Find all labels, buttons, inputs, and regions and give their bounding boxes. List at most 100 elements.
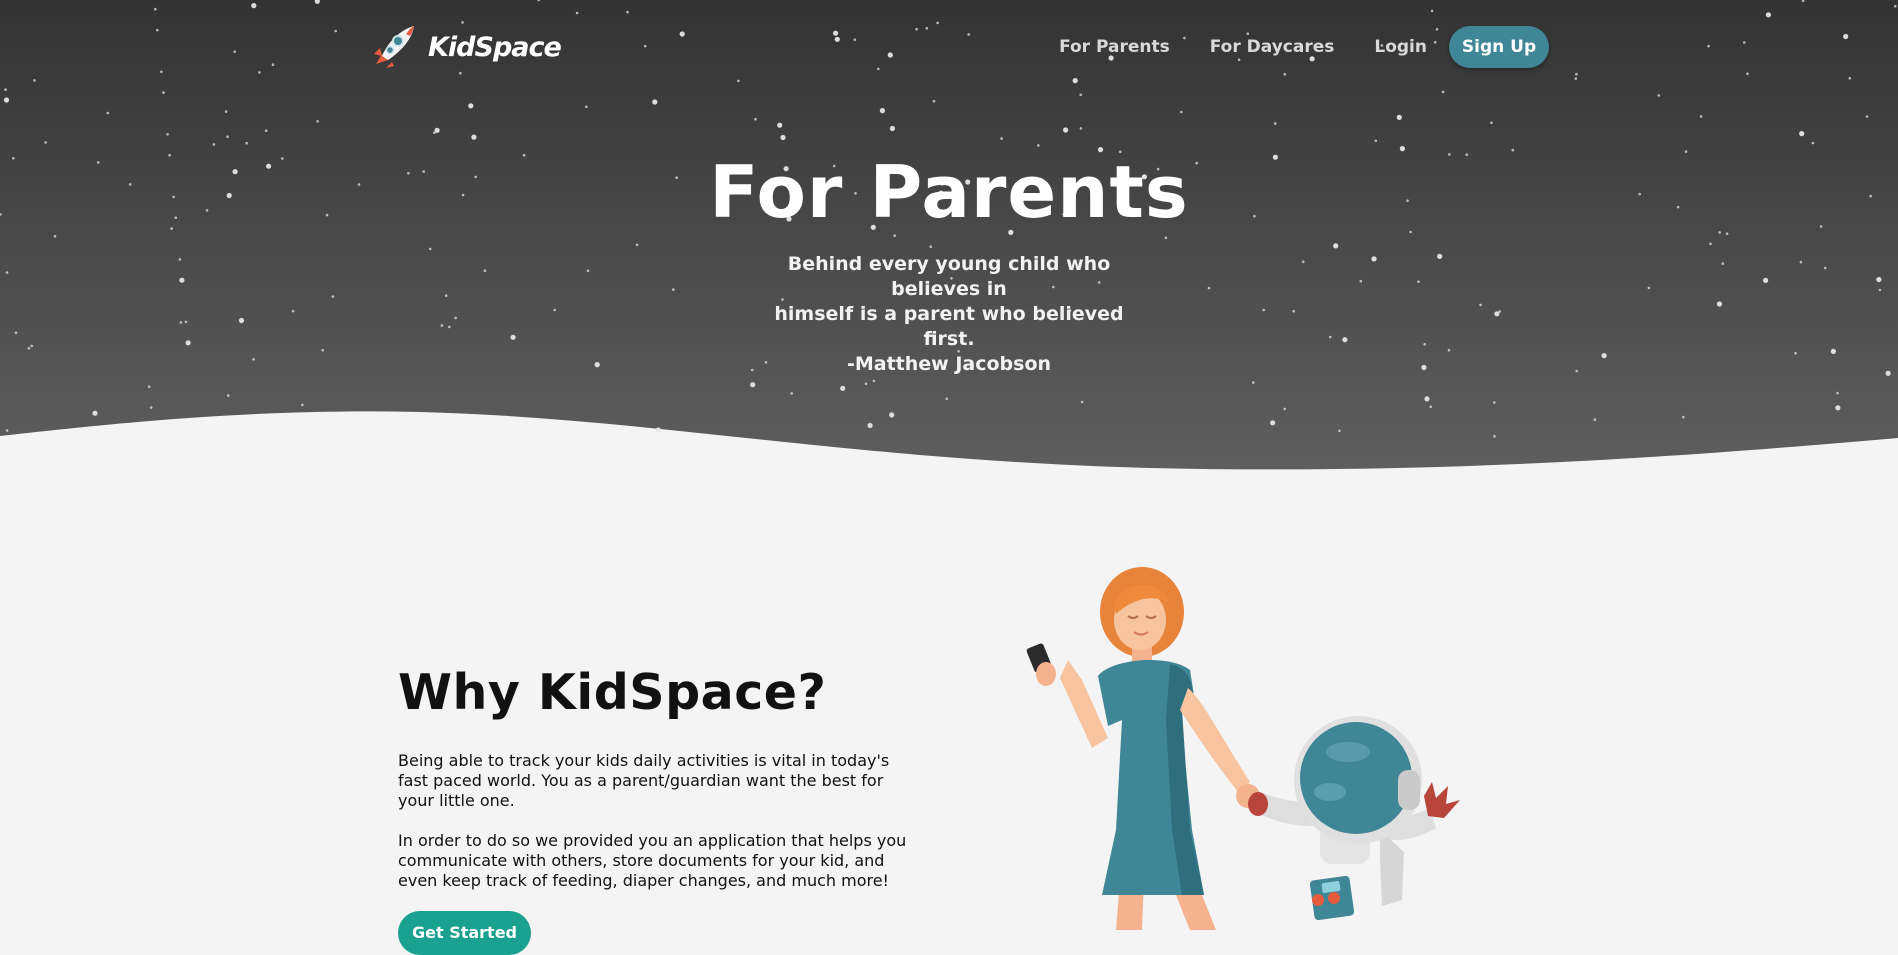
star [1437,253,1443,259]
star [1338,429,1341,433]
star [750,382,756,388]
get-started-button[interactable]: Get Started [398,911,531,955]
star [331,295,335,298]
star [1037,144,1040,147]
star [655,427,661,433]
quote-author: -Matthew Jacobson [846,353,1052,375]
star [1699,115,1703,118]
brand-name: KidSpace [428,31,562,63]
star [1424,396,1430,402]
star [1447,348,1451,352]
star [1493,434,1496,438]
star [1371,256,1377,262]
star [840,385,846,391]
star [1709,242,1712,246]
star [444,294,448,298]
parent-figure [1026,567,1260,930]
star [889,125,896,132]
star [1207,286,1211,290]
star [586,269,590,273]
star [867,422,873,429]
star [1283,407,1286,411]
star [1164,236,1168,240]
parent-astronaut-illustration [1026,567,1460,930]
star [1799,260,1803,264]
star [1292,309,1295,313]
nav-link-for-parents[interactable]: For Parents [1059,37,1170,57]
star [652,99,658,105]
star [1429,405,1433,409]
star [929,245,933,248]
top-navigation: KidSpace For Parents For Daycares Login … [0,0,1898,95]
star [224,110,228,113]
star [483,269,487,273]
star [1301,260,1305,264]
star [1878,288,1882,292]
star [872,379,876,383]
star [1342,337,1348,343]
quote-line-2: himself is a parent who believed first. [774,303,1124,350]
star [428,247,432,251]
star [147,385,151,389]
star [1865,115,1869,118]
sign-up-button[interactable]: Sign Up [1449,26,1549,68]
star [1374,139,1378,143]
star [27,347,31,350]
star [448,325,451,329]
hero-quote: Behind every young child who believes in… [749,252,1149,377]
star [5,271,9,274]
star [1647,286,1651,290]
star [893,234,896,237]
star [440,324,444,327]
why-paragraph-1: Being able to track your kids daily acti… [398,751,890,810]
star [1262,308,1265,312]
star [780,134,786,141]
star [879,108,886,114]
star [1359,279,1363,283]
star [1811,141,1815,145]
star [178,258,182,261]
star [510,334,516,340]
astronaut-figure [1248,716,1460,921]
star [1396,114,1402,120]
nav-link-for-daycares[interactable]: For Daycares [1210,37,1335,57]
star [1180,110,1183,114]
star [468,103,474,109]
rocket-icon [374,26,414,68]
star [635,243,639,247]
star [185,340,191,346]
star [291,309,295,313]
star [179,277,185,283]
star [321,348,325,352]
star [1835,405,1841,411]
star [1763,277,1769,283]
star [1479,303,1482,307]
star [1830,348,1836,354]
why-paragraph-2: In order to do so we provided you an app… [398,831,907,890]
star [1799,131,1805,137]
star [1421,364,1427,371]
star [471,134,477,140]
star [1721,262,1725,265]
star [5,429,9,432]
star [238,317,245,324]
star [932,99,936,103]
star [227,394,230,397]
star [149,406,153,409]
why-heading: Why KidSpace? [398,664,827,721]
star [1417,280,1420,284]
why-kidspace-section: Why KidSpace? Being able to track your k… [398,664,908,891]
star [92,410,98,416]
star [1601,353,1607,359]
star [264,129,268,132]
star [106,111,110,115]
star [1493,401,1496,404]
star [226,135,229,138]
star [1836,391,1839,395]
star [1490,121,1493,125]
star [889,412,895,418]
nav-link-login[interactable]: Login [1374,37,1427,57]
star [3,97,10,103]
brand-logo[interactable]: KidSpace [370,24,562,70]
star [1575,369,1578,373]
